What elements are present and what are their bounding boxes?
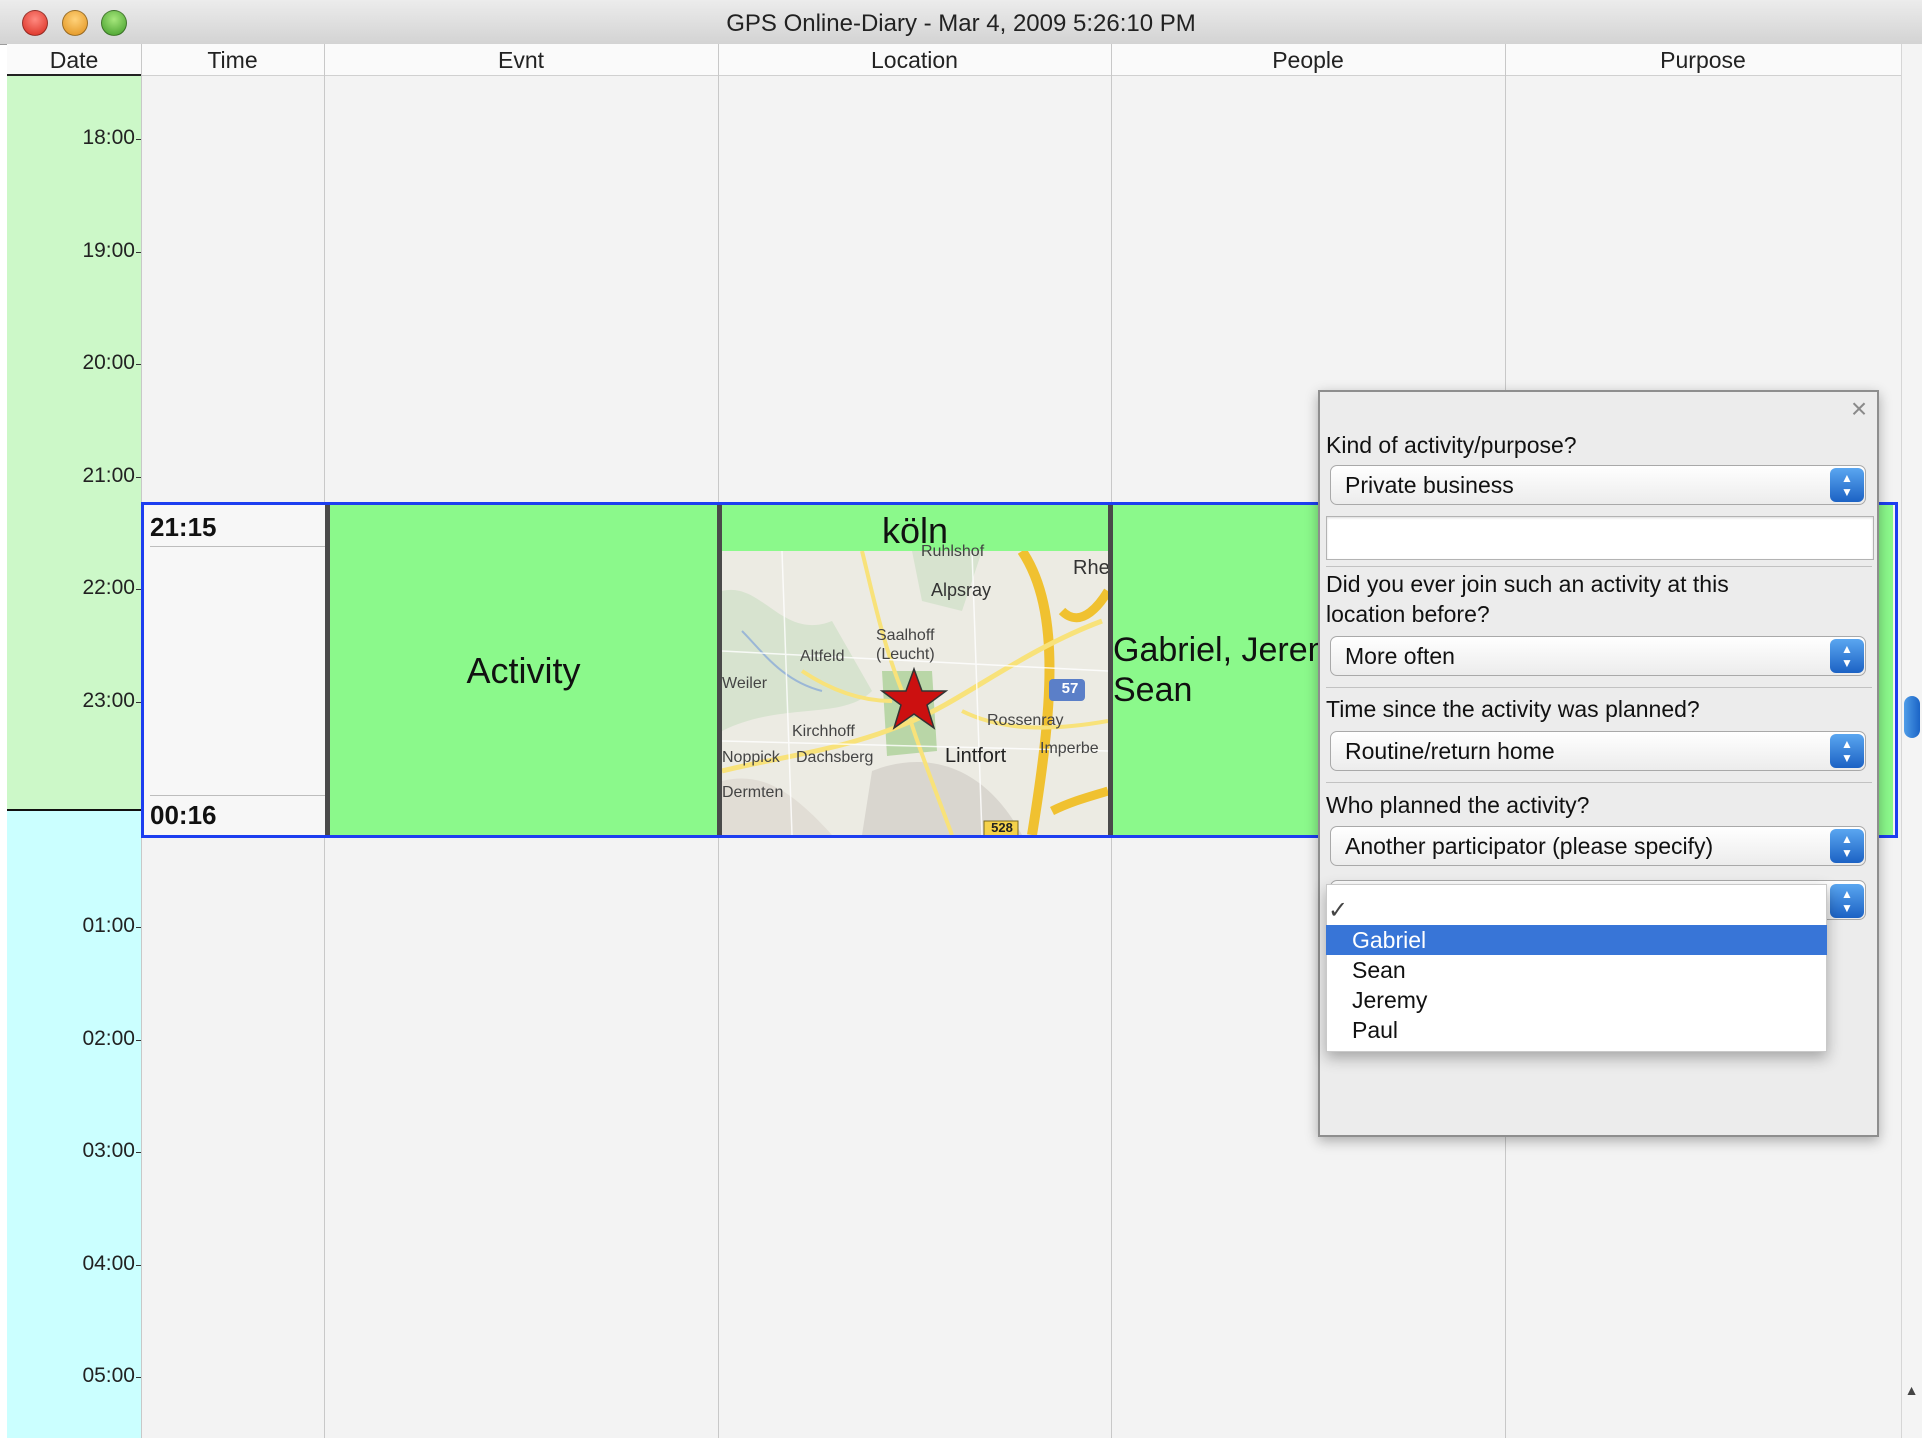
divider [1326, 566, 1872, 567]
activity-kind-select[interactable]: Private business [1330, 465, 1866, 505]
dropdown-option[interactable]: Paul [1326, 1015, 1827, 1045]
hour-label: 22:00 [82, 576, 135, 599]
hour-tick [136, 927, 141, 928]
hour-label: 23:00 [82, 689, 135, 712]
hour-tick [136, 252, 141, 253]
hour-tick [136, 1040, 141, 1041]
checkmark-icon: ✓ [1328, 897, 1349, 924]
close-icon[interactable]: × [1844, 394, 1874, 424]
select-value: More often [1345, 643, 1455, 669]
select-arrows-icon[interactable]: ▲ ▼ [1830, 734, 1864, 768]
divider [1326, 687, 1872, 688]
dropdown-option[interactable]: Sean [1326, 955, 1827, 985]
hour-tick [136, 364, 141, 365]
hour-label: 18:00 [82, 126, 135, 149]
select-arrows-icon[interactable]: ▲ ▼ [1830, 829, 1864, 863]
scroll-up-arrow-icon[interactable]: ▲ [1901, 1382, 1922, 1410]
divider [1326, 782, 1872, 783]
question-label: Who planned the activity? [1326, 792, 1590, 818]
scrollbar-thumb[interactable] [1904, 696, 1920, 738]
hour-label: 02:00 [82, 1027, 135, 1050]
planner-select[interactable]: Another participator (please specify) [1330, 826, 1866, 866]
window-title: GPS Online-Diary - Mar 4, 2009 5:26:10 P… [726, 10, 1196, 37]
select-arrows-icon[interactable]: ▲ ▼ [1830, 884, 1864, 918]
column-header-time[interactable]: Time [141, 44, 324, 76]
dropdown-option[interactable]: Jeremy [1326, 985, 1827, 1015]
question-label: Time since the activity was planned? [1326, 696, 1700, 722]
select-arrows-icon[interactable]: ▲ ▼ [1830, 639, 1864, 673]
hour-label: 20:00 [82, 351, 135, 374]
column-header-date[interactable]: Date [7, 44, 141, 76]
question-label-continued: location before? [1326, 601, 1490, 627]
hour-label: 21:00 [82, 464, 135, 487]
question-label: Did you ever join such an activity at th… [1326, 571, 1729, 597]
column-header-purpose[interactable]: Purpose [1505, 44, 1901, 76]
frequency-select[interactable]: More often [1330, 636, 1866, 676]
select-value: Another participator (please specify) [1345, 833, 1714, 859]
hour-label: 19:00 [82, 239, 135, 262]
hour-tick [136, 1152, 141, 1153]
column-header-event[interactable]: Evnt [324, 44, 718, 76]
column-header-people[interactable]: People [1111, 44, 1505, 76]
hour-label: 01:00 [82, 914, 135, 937]
date-column-day2 [7, 810, 141, 1438]
select-arrows-icon[interactable]: ▲ ▼ [1830, 468, 1864, 502]
hour-tick [136, 1377, 141, 1378]
hour-label: 05:00 [82, 1364, 135, 1387]
hour-label: 04:00 [82, 1252, 135, 1275]
day-divider [7, 809, 141, 811]
vertical-scrollbar[interactable] [1901, 44, 1922, 1438]
select-value: Private business [1345, 472, 1514, 498]
hour-tick [136, 477, 141, 478]
hour-tick [136, 139, 141, 140]
hour-tick [136, 1265, 141, 1266]
planning-time-select[interactable]: Routine/return home [1330, 731, 1866, 771]
activity-kind-other-input[interactable] [1326, 516, 1874, 560]
select-value: Routine/return home [1345, 738, 1555, 764]
hour-label: 03:00 [82, 1139, 135, 1162]
column-header-location[interactable]: Location [718, 44, 1111, 76]
dropdown-option[interactable]: Gabriel [1326, 925, 1827, 955]
question-label: Kind of activity/purpose? [1326, 432, 1577, 458]
